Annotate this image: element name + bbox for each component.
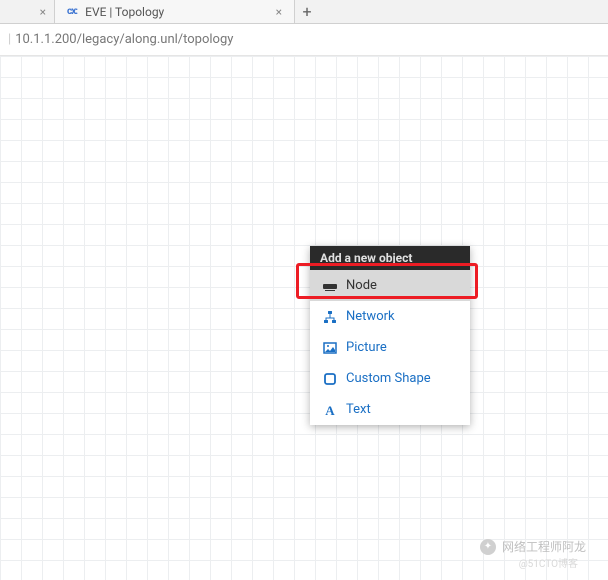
svg-text:A: A [325, 403, 335, 417]
tab-title: EVE | Topology [85, 5, 267, 19]
menu-item-label: Text [346, 402, 371, 417]
context-menu: Add a new object Node Network Picture Cu… [310, 246, 470, 425]
network-icon [322, 310, 338, 324]
menu-item-picture[interactable]: Picture [310, 332, 470, 363]
text-icon: A [322, 403, 338, 417]
close-icon[interactable]: × [276, 5, 282, 19]
shape-icon [322, 372, 338, 386]
watermark-text: 网络工程师阿龙 [502, 538, 586, 555]
tab-inactive[interactable]: × [0, 0, 55, 23]
watermark-sub: @51CTO博客 [519, 555, 578, 570]
context-menu-header: Add a new object [310, 246, 470, 270]
url-text: 10.1.1.200/legacy/along.unl/topology [15, 32, 233, 47]
watermark: ✦ 网络工程师阿龙 [480, 538, 586, 555]
wechat-icon: ✦ [480, 539, 496, 555]
menu-item-network[interactable]: Network [310, 301, 470, 332]
menu-item-label: Custom Shape [346, 371, 431, 386]
tab-active[interactable]: EVE | Topology × [55, 0, 295, 23]
tab-strip: × EVE | Topology × + [0, 0, 608, 24]
topology-canvas[interactable]: Add a new object Node Network Picture Cu… [0, 56, 608, 580]
picture-icon [322, 341, 338, 355]
menu-item-custom-shape[interactable]: Custom Shape [310, 363, 470, 394]
address-separator: | [8, 32, 11, 47]
close-icon[interactable]: × [40, 5, 46, 19]
menu-item-label: Picture [346, 340, 387, 355]
menu-item-node[interactable]: Node [310, 270, 470, 301]
menu-item-text[interactable]: A Text [310, 394, 470, 425]
address-bar[interactable]: | 10.1.1.200/legacy/along.unl/topology [0, 24, 608, 56]
node-icon [322, 279, 338, 293]
menu-item-label: Network [346, 309, 395, 324]
new-tab-button[interactable]: + [295, 2, 319, 21]
menu-item-label: Node [346, 278, 377, 293]
